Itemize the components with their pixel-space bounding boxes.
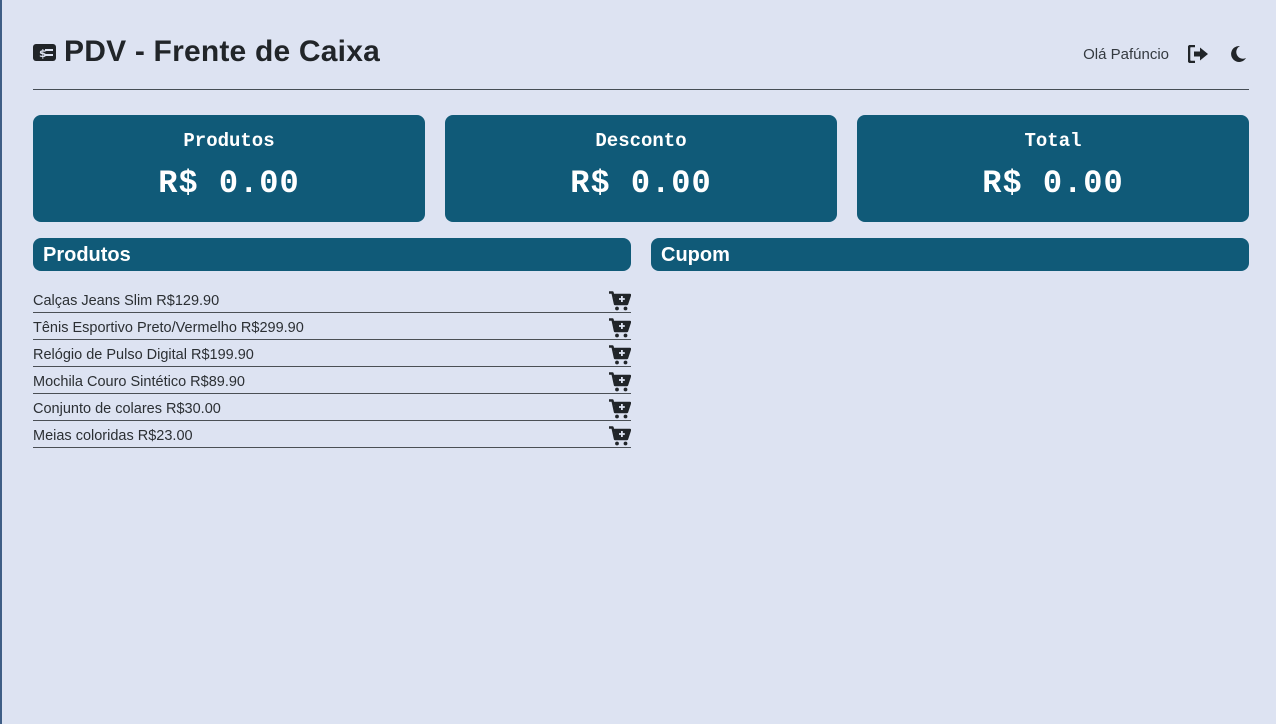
product-row: Tênis Esportivo Preto/Vermelho R$299.90	[33, 313, 631, 340]
svg-text:$: $	[39, 47, 47, 60]
products-summary-label: Produtos	[183, 130, 275, 152]
money-bill-icon: $	[33, 43, 56, 61]
discount-summary-card: Desconto R$ 0.00	[445, 115, 837, 222]
product-row: Conjunto de colares R$30.00	[33, 394, 631, 421]
products-panel: Produtos Calças Jeans Slim R$129.90 Tênis…	[33, 238, 631, 448]
total-summary-card: Total R$ 0.00	[857, 115, 1249, 222]
cart-plus-icon[interactable]	[609, 425, 631, 446]
total-summary-label: Total	[1024, 130, 1082, 152]
cart-plus-icon[interactable]	[609, 398, 631, 419]
user-greeting: Olá Pafúncio	[1083, 45, 1169, 63]
product-label: Calças Jeans Slim R$129.90	[33, 292, 220, 309]
product-label: Tênis Esportivo Preto/Vermelho R$299.90	[33, 319, 304, 336]
discount-summary-value: R$ 0.00	[570, 165, 712, 202]
cart-plus-icon[interactable]	[609, 371, 631, 392]
total-summary-value: R$ 0.00	[982, 165, 1124, 202]
product-label: Meias coloridas R$23.00	[33, 427, 193, 444]
moon-icon[interactable]	[1227, 43, 1249, 65]
page-title-text: PDV - Frente de Caixa	[64, 35, 380, 68]
product-row: Mochila Couro Sintético R$89.90	[33, 367, 631, 394]
pdv-page: $ PDV - Frente de Caixa Olá Pafúncio Pro…	[33, 0, 1249, 448]
coupon-panel-title: Cupom	[651, 238, 1249, 271]
cart-plus-icon[interactable]	[609, 290, 631, 311]
product-row: Calças Jeans Slim R$129.90	[33, 286, 631, 313]
products-summary-card: Produtos R$ 0.00	[33, 115, 425, 222]
summary-cards: Produtos R$ 0.00 Desconto R$ 0.00 Total …	[33, 115, 1249, 222]
product-row: Relógio de Pulso Digital R$199.90	[33, 340, 631, 367]
product-row: Meias coloridas R$23.00	[33, 421, 631, 448]
product-label: Relógio de Pulso Digital R$199.90	[33, 346, 254, 363]
product-list: Calças Jeans Slim R$129.90 Tênis Esportiv…	[33, 286, 631, 448]
coupon-panel: Cupom	[651, 238, 1249, 271]
products-panel-title: Produtos	[33, 238, 631, 271]
discount-summary-label: Desconto	[595, 130, 687, 152]
products-summary-value: R$ 0.00	[158, 165, 300, 202]
user-area: Olá Pafúncio	[1083, 43, 1249, 65]
product-label: Mochila Couro Sintético R$89.90	[33, 373, 245, 390]
page-title: $ PDV - Frente de Caixa	[33, 34, 380, 70]
cart-plus-icon[interactable]	[609, 317, 631, 338]
cart-plus-icon[interactable]	[609, 344, 631, 365]
sign-out-icon[interactable]	[1187, 43, 1209, 65]
page-header: $ PDV - Frente de Caixa Olá Pafúncio	[33, 0, 1249, 90]
product-label: Conjunto de colares R$30.00	[33, 400, 221, 417]
